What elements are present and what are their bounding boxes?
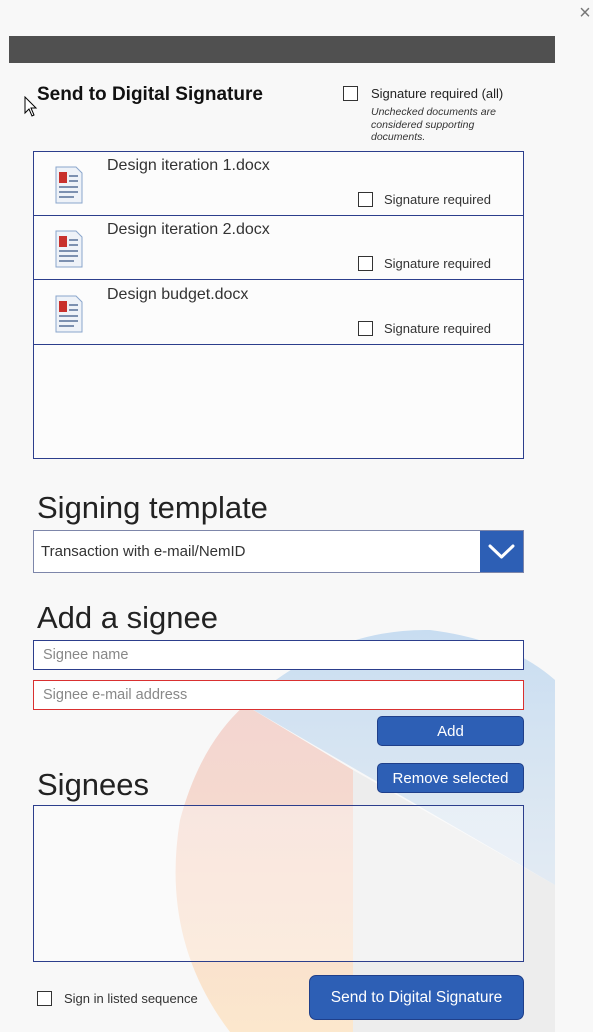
signing-template-value: Transaction with e-mail/NemID (41, 543, 246, 560)
sign-in-sequence-label: Sign in listed sequence (64, 991, 198, 1006)
signing-template-dropdown[interactable]: Transaction with e-mail/NemID (33, 530, 524, 573)
signees-heading: Signees (37, 767, 150, 802)
signature-required-all-label: Signature required (all) (371, 86, 504, 101)
dialog-title: Send to Digital Signature (37, 84, 263, 105)
document-list: Design iteration 1.docx Signature requir… (33, 151, 524, 459)
document-row[interactable]: Design budget.docx Signature required (34, 281, 523, 345)
document-name: Design budget.docx (107, 286, 249, 303)
signees-list[interactable] (33, 805, 524, 962)
signature-required-label: Signature required (384, 321, 491, 336)
add-signee-button[interactable]: Add (377, 716, 524, 746)
signature-required-checkbox[interactable] (358, 256, 373, 271)
mouse-cursor-icon (24, 96, 38, 117)
word-document-icon (55, 295, 83, 333)
chevron-down-icon (488, 544, 515, 559)
document-name: Design iteration 1.docx (107, 157, 270, 174)
signature-required-all-checkbox[interactable] (343, 86, 358, 101)
signature-required-checkbox[interactable] (358, 321, 373, 336)
sign-in-sequence-checkbox[interactable] (37, 991, 52, 1006)
remove-selected-button[interactable]: Remove selected (377, 763, 524, 793)
signee-name-input[interactable] (33, 640, 524, 670)
document-name: Design iteration 2.docx (107, 221, 270, 238)
signature-required-checkbox[interactable] (358, 192, 373, 207)
document-row[interactable]: Design iteration 1.docx Signature requir… (34, 152, 523, 216)
signing-template-heading: Signing template (37, 490, 268, 525)
signee-email-input[interactable] (33, 680, 524, 710)
signature-required-label: Signature required (384, 256, 491, 271)
send-to-digital-signature-button[interactable]: Send to Digital Signature (309, 975, 524, 1020)
signature-required-label: Signature required (384, 192, 491, 207)
word-document-icon (55, 230, 83, 268)
add-signee-heading: Add a signee (37, 600, 218, 635)
dropdown-button[interactable] (480, 531, 523, 572)
supporting-documents-note: Unchecked documents are considered suppo… (371, 106, 496, 143)
word-document-icon (55, 166, 83, 204)
close-icon[interactable]: × (576, 3, 593, 23)
document-row[interactable]: Design iteration 2.docx Signature requir… (34, 216, 523, 280)
header-bar (9, 36, 555, 63)
